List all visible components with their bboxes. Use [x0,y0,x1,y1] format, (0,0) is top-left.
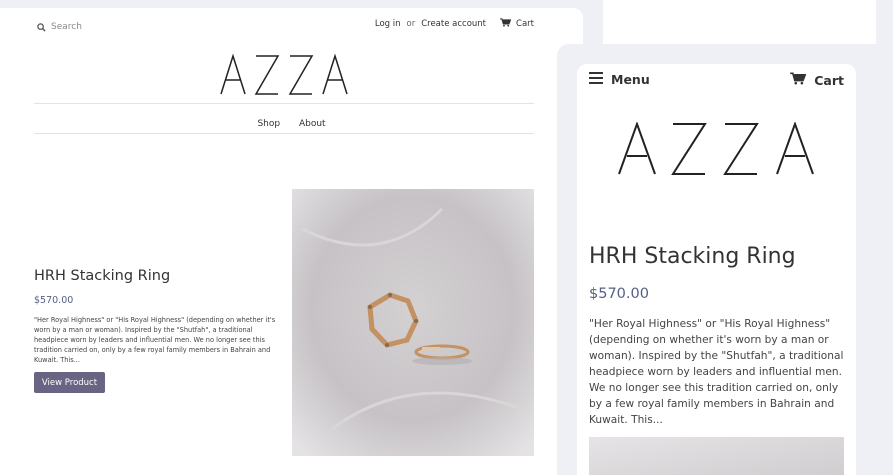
mobile-cart-label: Cart [814,72,844,88]
view-product-button[interactable]: View Product [34,372,105,393]
search-bar[interactable]: Search [37,17,82,36]
mobile-menu-button[interactable]: Menu [589,72,650,87]
product-price: $570.00 [34,295,74,306]
search-icon [37,17,46,36]
cart-icon [790,72,807,88]
mobile-product-price: $570.00 [589,286,649,302]
mobile-cart-button[interactable]: Cart [790,72,844,88]
cart-icon [500,18,512,30]
account-links: Log in or Create account Cart [375,18,534,30]
create-account-link[interactable]: Create account [421,19,486,29]
nav-item-shop[interactable]: Shop [257,112,280,129]
mobile-product-image[interactable] [589,437,844,475]
or-text: or [406,19,416,29]
product-image[interactable] [292,189,534,456]
top-bar: Search Log in or Create account Cart [0,8,583,40]
nav-item-about[interactable]: About [299,112,326,129]
mobile-preview: Menu Cart HRH Stacking Ring $570.00 "Her… [577,64,856,475]
cart-label: Cart [516,19,534,29]
search-input[interactable]: Search [51,22,82,32]
mobile-product-description: "Her Royal Highness" or "His Royal Highn… [589,318,844,426]
main-nav: Shop About [0,112,583,129]
hamburger-icon [589,72,603,87]
azsa-logo[interactable] [219,53,349,95]
screen: Search Log in or Create account Cart Sho… [0,0,893,475]
nav-divider-top [34,103,534,104]
nav-divider-bottom [34,133,534,134]
mobile-product-title[interactable]: HRH Stacking Ring [589,244,796,269]
cart-link[interactable]: Cart [500,18,534,30]
product-title[interactable]: HRH Stacking Ring [34,268,170,284]
product-description: "Her Royal Highness" or "His Royal Highn… [34,316,276,364]
azsa-logo[interactable] [617,122,817,176]
mobile-menu-label: Menu [611,72,650,87]
background-panel [603,0,876,44]
desktop-preview: Search Log in or Create account Cart Sho… [0,8,583,475]
login-link[interactable]: Log in [375,19,401,29]
